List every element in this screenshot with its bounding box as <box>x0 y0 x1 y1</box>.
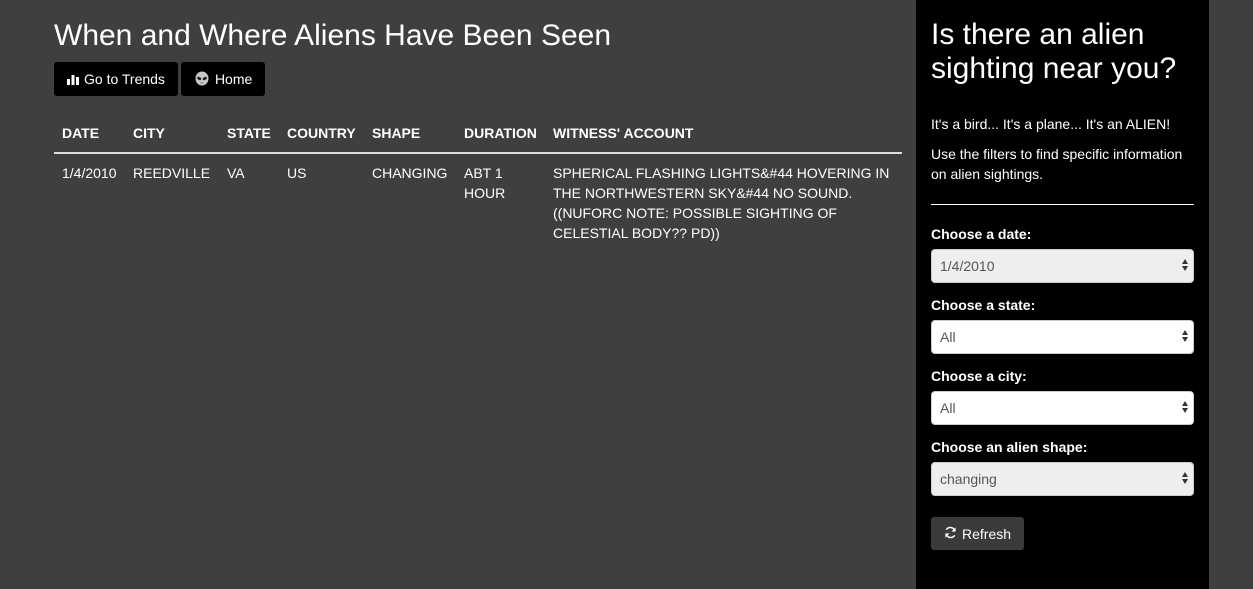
refresh-button[interactable]: Refresh <box>931 517 1025 550</box>
cell-state: VA <box>227 165 245 181</box>
cell-duration: ABT 1 HOUR <box>464 165 506 201</box>
shape-select-value: changing <box>940 471 997 487</box>
cell-date: 1/4/2010 <box>62 165 117 181</box>
city-filter: Choose a city: All <box>931 368 1194 425</box>
header-city[interactable]: CITY <box>125 116 219 154</box>
cell-shape: CHANGING <box>372 165 448 181</box>
city-select-value: All <box>940 400 956 416</box>
sidebar-divider <box>931 204 1194 205</box>
alien-icon <box>194 71 210 87</box>
header-country[interactable]: COUNTRY <box>279 116 364 154</box>
table-header-row: DATE CITY STATE COUNTRY SHAPE DURATION W… <box>54 116 902 154</box>
shape-filter-label: Choose an alien shape: <box>931 439 1088 455</box>
city-filter-label: Choose a city: <box>931 368 1027 384</box>
header-shape[interactable]: SHAPE <box>364 116 456 154</box>
refresh-label: Refresh <box>962 525 1012 542</box>
city-select[interactable]: All <box>931 391 1194 425</box>
sightings-table: DATE CITY STATE COUNTRY SHAPE DURATION W… <box>54 116 902 252</box>
select-arrows-icon <box>1182 472 1188 484</box>
header-date[interactable]: DATE <box>54 116 125 154</box>
shape-filter: Choose an alien shape: changing <box>931 439 1194 496</box>
home-label: Home <box>214 71 253 87</box>
header-duration[interactable]: DURATION <box>456 116 545 154</box>
sidebar-title: Is there an alien sighting near you? <box>931 18 1177 85</box>
filter-sidebar: Is there an alien sighting near you? It'… <box>916 0 1209 589</box>
bar-chart-icon <box>67 73 79 85</box>
select-arrows-icon <box>1182 401 1188 413</box>
page: When and Where Aliens Have Been Seen Go … <box>0 0 1253 589</box>
nav-buttons: Go to Trends Home <box>54 62 266 96</box>
sidebar-intro: It's a bird... It's a plane... It's an A… <box>931 116 1171 132</box>
sidebar-instructions: Use the filters to find specific informa… <box>931 146 1183 182</box>
go-to-trends-button[interactable]: Go to Trends <box>54 62 178 96</box>
date-select[interactable]: 1/4/2010 <box>931 249 1194 283</box>
date-filter: Choose a date: 1/4/2010 <box>931 226 1194 283</box>
header-witness-account[interactable]: WITNESS' ACCOUNT <box>545 116 902 154</box>
refresh-icon <box>944 526 957 542</box>
state-filter-label: Choose a state: <box>931 297 1036 313</box>
shape-select[interactable]: changing <box>931 462 1194 496</box>
table-row: 1/4/2010 REEDVILLE VA US CHANGING ABT 1 … <box>54 153 902 252</box>
date-filter-label: Choose a date: <box>931 226 1032 242</box>
go-to-trends-label: Go to Trends <box>84 71 165 87</box>
cell-city: REEDVILLE <box>133 165 211 181</box>
state-select-value: All <box>940 329 956 345</box>
state-filter: Choose a state: All <box>931 297 1194 354</box>
date-select-value: 1/4/2010 <box>940 258 995 274</box>
cell-country: US <box>287 165 307 181</box>
cell-witness-account: SPHERICAL FLASHING LIGHTS&#44 HOVERING I… <box>553 165 890 241</box>
home-button[interactable]: Home <box>180 62 266 96</box>
page-title: When and Where Aliens Have Been Seen <box>54 19 612 52</box>
header-state[interactable]: STATE <box>219 116 279 154</box>
state-select[interactable]: All <box>931 320 1194 354</box>
select-arrows-icon <box>1182 259 1188 271</box>
select-arrows-icon <box>1182 330 1188 342</box>
